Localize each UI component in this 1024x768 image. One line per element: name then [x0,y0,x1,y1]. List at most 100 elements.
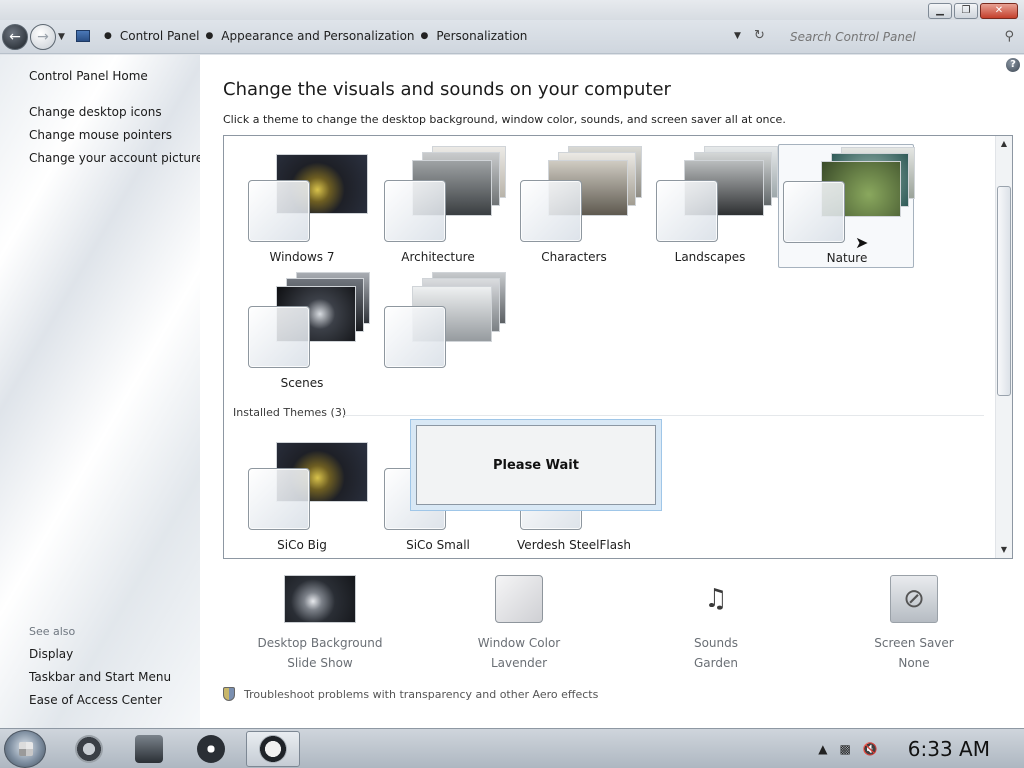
window-color-icon [495,575,543,623]
forward-button[interactable]: → [30,24,56,50]
clock[interactable]: 6:33 AM [908,737,990,761]
breadcrumb-separator-icon[interactable]: ● [205,31,213,41]
taskbar-app-control-panel[interactable] [246,731,300,767]
screen-saver-setting[interactable]: ⊘ Screen Saver None [844,575,984,673]
arrow-right-icon: → [37,29,49,45]
minimize-button[interactable]: ▁ [928,3,952,19]
please-wait-dialog: Please Wait [410,419,662,511]
theme-scenes[interactable]: Scenes [234,270,370,394]
theme-name: Architecture [401,250,475,264]
breadcrumb: ● Control Panel ● Appearance and Persona… [76,24,776,48]
search-box: ⚲ [780,25,1020,49]
troubleshoot-text: Troubleshoot problems with transparency … [244,687,599,701]
group-divider [344,415,984,416]
theme-name: Verdesh SteelFlash [517,538,631,552]
setting-value: Garden [694,656,738,670]
theme-name: Scenes [280,376,324,390]
color-swatch [656,180,718,242]
volume-muted-icon[interactable]: 🔇 [863,742,878,756]
task-pane: Control Panel Home Change desktop icons … [0,55,203,728]
taskbar-app-2[interactable] [122,731,176,767]
close-button[interactable]: ✕ [980,3,1018,19]
refresh-icon[interactable]: ↻ [754,28,765,43]
breadcrumb-separator-icon[interactable]: ● [421,31,429,41]
window-color-setting[interactable]: Window Color Lavender [449,575,589,673]
page-title: Change the visuals and sounds on your co… [223,79,671,100]
theme-name: Windows 7 [269,250,335,264]
theme-name: Landscapes [674,250,746,264]
theme-unnamed[interactable] [370,270,506,394]
setting-label: Desktop Background [257,636,383,650]
breadcrumb-personalization[interactable]: Personalization [436,29,527,43]
screen-saver-icon: ⊘ [890,575,938,623]
setting-label: Sounds [693,636,739,650]
recent-pages-dropdown[interactable]: ▼ [58,32,65,42]
theme-name: SiCo Small [406,538,470,552]
troubleshoot-link[interactable]: Troubleshoot problems with transparency … [223,687,598,701]
color-swatch [384,306,446,368]
theme-characters[interactable]: Characters [506,144,642,268]
change-desktop-icons-link[interactable]: Change desktop icons [29,105,162,119]
change-account-picture-link[interactable]: Change your account picture [29,151,203,165]
network-icon[interactable]: ▩ [839,742,850,756]
address-history-dropdown[interactable]: ▼ [734,31,741,41]
setting-label: Screen Saver [874,636,954,650]
system-tray: ▲ ▩ 🔇 6:33 AM [818,729,1024,768]
sounds-icon: ♫ [704,584,728,614]
scroll-down-icon[interactable]: ▼ [996,542,1012,558]
theme-name: SiCo Big [277,538,327,552]
desktop-background-setting[interactable]: Desktop Background Slide Show [250,575,390,673]
control-panel-icon [76,30,90,42]
theme-settings-row: Desktop Background Slide Show Window Col… [223,575,1013,675]
ease-of-access-link[interactable]: Ease of Access Center [29,693,162,707]
theme-architecture[interactable]: Architecture [370,144,506,268]
scroll-thumb[interactable] [997,186,1011,396]
start-button[interactable] [4,730,46,768]
taskbar-app-1[interactable] [62,731,116,767]
theme-nature[interactable]: Nature ➤ [778,144,915,268]
theme-landscapes[interactable]: Landscapes [642,144,778,268]
app-gear-icon [75,735,103,763]
theme-sico-big[interactable]: SiCo Big [234,432,370,556]
page-subtitle: Click a theme to change the desktop back… [223,113,786,126]
app-photo-icon [135,735,163,763]
color-swatch [520,180,582,242]
change-mouse-pointers-link[interactable]: Change mouse pointers [29,128,172,142]
theme-name: Characters [541,250,607,264]
color-swatch [384,180,446,242]
desktop-background-icon [284,575,356,623]
color-swatch [248,468,310,530]
media-player-icon [197,735,225,763]
window-controls: ▁ ❐ ✕ [926,3,1018,19]
app-ring-icon [259,735,287,763]
setting-value: Slide Show [287,656,353,670]
theme-list: Windows 7 Architecture Characters Landsc… [223,135,1013,559]
title-bar: ▁ ❐ ✕ [0,0,1024,20]
scroll-up-icon[interactable]: ▲ [996,136,1012,152]
theme-name: Nature [826,251,868,265]
maximize-button[interactable]: ❐ [954,3,978,19]
color-swatch [248,180,310,242]
sounds-setting[interactable]: ♫ Sounds Garden [646,575,786,673]
breadcrumb-control-panel[interactable]: Control Panel [120,29,200,43]
breadcrumb-separator-icon[interactable]: ● [104,31,112,41]
breadcrumb-appearance[interactable]: Appearance and Personalization [221,29,414,43]
taskbar-start-menu-link[interactable]: Taskbar and Start Menu [29,670,171,684]
taskbar: ▲ ▩ 🔇 6:33 AM [0,728,1024,768]
taskbar-app-3[interactable] [184,731,238,767]
mouse-cursor-icon: ➤ [855,233,869,252]
color-swatch [783,181,845,243]
see-also-label: See also [29,625,76,638]
shield-icon [223,687,235,701]
main-content: ? Change the visuals and sounds on your … [200,55,1024,728]
back-button[interactable]: ← [2,24,28,50]
address-bar: ← → ▼ ● Control Panel ● Appearance and P… [0,20,1024,54]
search-input[interactable] [790,30,1000,44]
control-panel-home-link[interactable]: Control Panel Home [29,69,148,83]
display-link[interactable]: Display [29,647,73,661]
theme-windows-7[interactable]: Windows 7 [234,144,370,268]
search-icon[interactable]: ⚲ [1004,29,1014,44]
theme-list-scrollbar[interactable]: ▲ ▼ [995,136,1012,558]
help-icon[interactable]: ? [1006,58,1020,72]
show-hidden-icons-icon[interactable]: ▲ [818,742,827,756]
